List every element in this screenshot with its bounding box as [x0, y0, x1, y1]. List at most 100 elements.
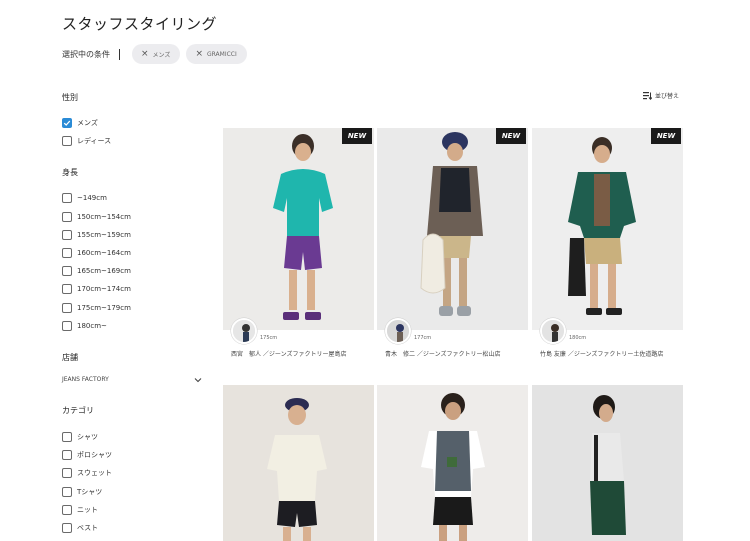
checkbox[interactable]	[62, 468, 72, 479]
option-label: 155cm~159cm	[77, 230, 131, 239]
height-option[interactable]: 150cm~154cm	[62, 208, 202, 226]
styling-photo[interactable]	[223, 385, 374, 541]
height-option[interactable]: 170cm~174cm	[62, 280, 202, 298]
category-option[interactable]: ベスト	[62, 519, 202, 537]
height-option[interactable]: 160cm~164cm	[62, 244, 202, 262]
height-section-title: 身長	[62, 168, 78, 178]
gender-option-ladies[interactable]: レディース	[62, 132, 202, 150]
staff-name[interactable]: 西宮 郁人 ／ジーンズファクトリー屋島店	[231, 350, 371, 360]
styling-card[interactable]: NEW 180cm 竹島 友廉 ／ジーンズファクトリー土佐道路店	[532, 128, 683, 358]
checkbox[interactable]	[62, 302, 72, 313]
staff-height: 180cm	[569, 335, 587, 341]
person-figure-image	[568, 137, 636, 315]
store-section-title: 店舗	[62, 352, 78, 362]
page-title: スタッフスタイリング	[62, 15, 218, 33]
height-option[interactable]: 180cm~	[62, 317, 202, 335]
staff-height: 177cm	[414, 335, 432, 341]
store-selected-value: JEANS FACTORY	[62, 376, 109, 384]
selected-conditions: 選択中の条件 × メンズ × GRAMICCI	[62, 44, 253, 64]
option-label: スウェット	[77, 469, 112, 478]
height-option[interactable]: ~149cm	[62, 189, 202, 207]
conditions-divider	[119, 48, 120, 60]
option-label: ~149cm	[77, 194, 107, 203]
avatar[interactable]	[540, 318, 566, 344]
option-label: Tシャツ	[77, 487, 103, 496]
conditions-label: 選択中の条件	[62, 49, 110, 59]
height-option[interactable]: 175cm~179cm	[62, 299, 202, 317]
styling-photo[interactable]: NEW	[223, 128, 374, 330]
option-label: メンズ	[77, 119, 98, 128]
checkbox[interactable]	[62, 486, 72, 497]
chip-label: メンズ	[152, 51, 171, 59]
option-label: 160cm~164cm	[77, 249, 131, 258]
styling-photo[interactable]: NEW	[377, 128, 528, 330]
styling-card[interactable]: NEW 175cm 西宮 郁人 ／ジーンズファクトリー屋島店	[223, 128, 374, 358]
category-option[interactable]: スウェット	[62, 464, 202, 482]
person-figure-image	[273, 134, 333, 320]
checkbox[interactable]	[62, 284, 72, 295]
staff-info: 180cm	[540, 318, 586, 344]
category-option[interactable]: シャツ	[62, 428, 202, 446]
checkbox[interactable]	[62, 504, 72, 515]
option-label: ポロシャツ	[77, 451, 112, 460]
avatar[interactable]	[231, 318, 257, 344]
checkbox[interactable]	[62, 193, 72, 204]
styling-card[interactable]	[223, 385, 374, 541]
checkbox[interactable]	[62, 522, 72, 533]
option-label: 180cm~	[77, 321, 107, 330]
staff-name[interactable]: 青木 修二 ／ジーンズファクトリー松山店	[385, 350, 525, 360]
staff-height: 175cm	[260, 335, 278, 341]
gender-section-title: 性別	[62, 93, 78, 102]
chip-label: GRAMICCI	[206, 50, 237, 58]
category-option[interactable]: Tシャツ	[62, 482, 202, 500]
chevron-down-icon	[194, 377, 202, 383]
filter-sidebar: 性別 メンズ レディース 身長 ~149cm 150cm~154cm 155cm…	[62, 92, 202, 537]
gender-option-mens[interactable]: メンズ	[62, 114, 202, 132]
person-figure-image	[267, 398, 327, 541]
checkbox[interactable]	[62, 431, 72, 442]
checkbox[interactable]	[62, 229, 72, 240]
checkbox[interactable]	[62, 136, 72, 147]
option-label: 175cm~179cm	[77, 303, 131, 312]
close-icon[interactable]: ×	[141, 49, 149, 59]
option-label: シャツ	[77, 432, 98, 441]
person-figure-image	[420, 132, 483, 316]
option-label: ニット	[77, 505, 98, 514]
styling-photo[interactable]	[377, 385, 528, 541]
sort-button[interactable]: 並び替え	[643, 91, 679, 100]
category-section-title: カテゴリ	[62, 405, 94, 415]
option-label: 150cm~154cm	[77, 212, 131, 221]
option-label: レディース	[77, 137, 112, 146]
new-badge: NEW	[342, 128, 372, 144]
condition-chip-mens[interactable]: × メンズ	[132, 44, 181, 64]
staff-info: 175cm	[231, 318, 277, 344]
styling-card[interactable]	[532, 385, 683, 541]
condition-chip-brand[interactable]: × GRAMICCI	[186, 44, 247, 64]
new-badge: NEW	[651, 128, 681, 144]
category-option[interactable]: ニット	[62, 501, 202, 519]
staff-name[interactable]: 竹島 友廉 ／ジーンズファクトリー土佐道路店	[540, 350, 680, 360]
store-select[interactable]: JEANS FACTORY	[62, 373, 202, 387]
checkbox[interactable]	[62, 266, 72, 277]
new-badge: NEW	[496, 128, 526, 144]
category-option[interactable]: ポロシャツ	[62, 446, 202, 464]
person-figure-image	[590, 395, 626, 535]
person-figure-image	[421, 393, 485, 541]
close-icon[interactable]: ×	[195, 49, 203, 59]
styling-photo[interactable]	[532, 385, 683, 541]
option-label: 170cm~174cm	[77, 285, 131, 294]
checkbox[interactable]	[62, 211, 72, 222]
checkbox[interactable]	[62, 248, 72, 259]
avatar[interactable]	[385, 318, 411, 344]
checkbox[interactable]	[62, 118, 72, 129]
height-option[interactable]: 165cm~169cm	[62, 262, 202, 280]
height-option[interactable]: 155cm~159cm	[62, 226, 202, 244]
styling-card[interactable]	[377, 385, 528, 541]
checkbox[interactable]	[62, 450, 72, 461]
sort-label: 並び替え	[655, 93, 680, 100]
option-label: 165cm~169cm	[77, 267, 131, 276]
styling-card[interactable]: NEW 177cm 青木 修二 ／ジーンズファクトリー松山店	[377, 128, 528, 358]
styling-photo[interactable]: NEW	[532, 128, 683, 330]
staff-info: 177cm	[385, 318, 431, 344]
checkbox[interactable]	[62, 320, 72, 331]
